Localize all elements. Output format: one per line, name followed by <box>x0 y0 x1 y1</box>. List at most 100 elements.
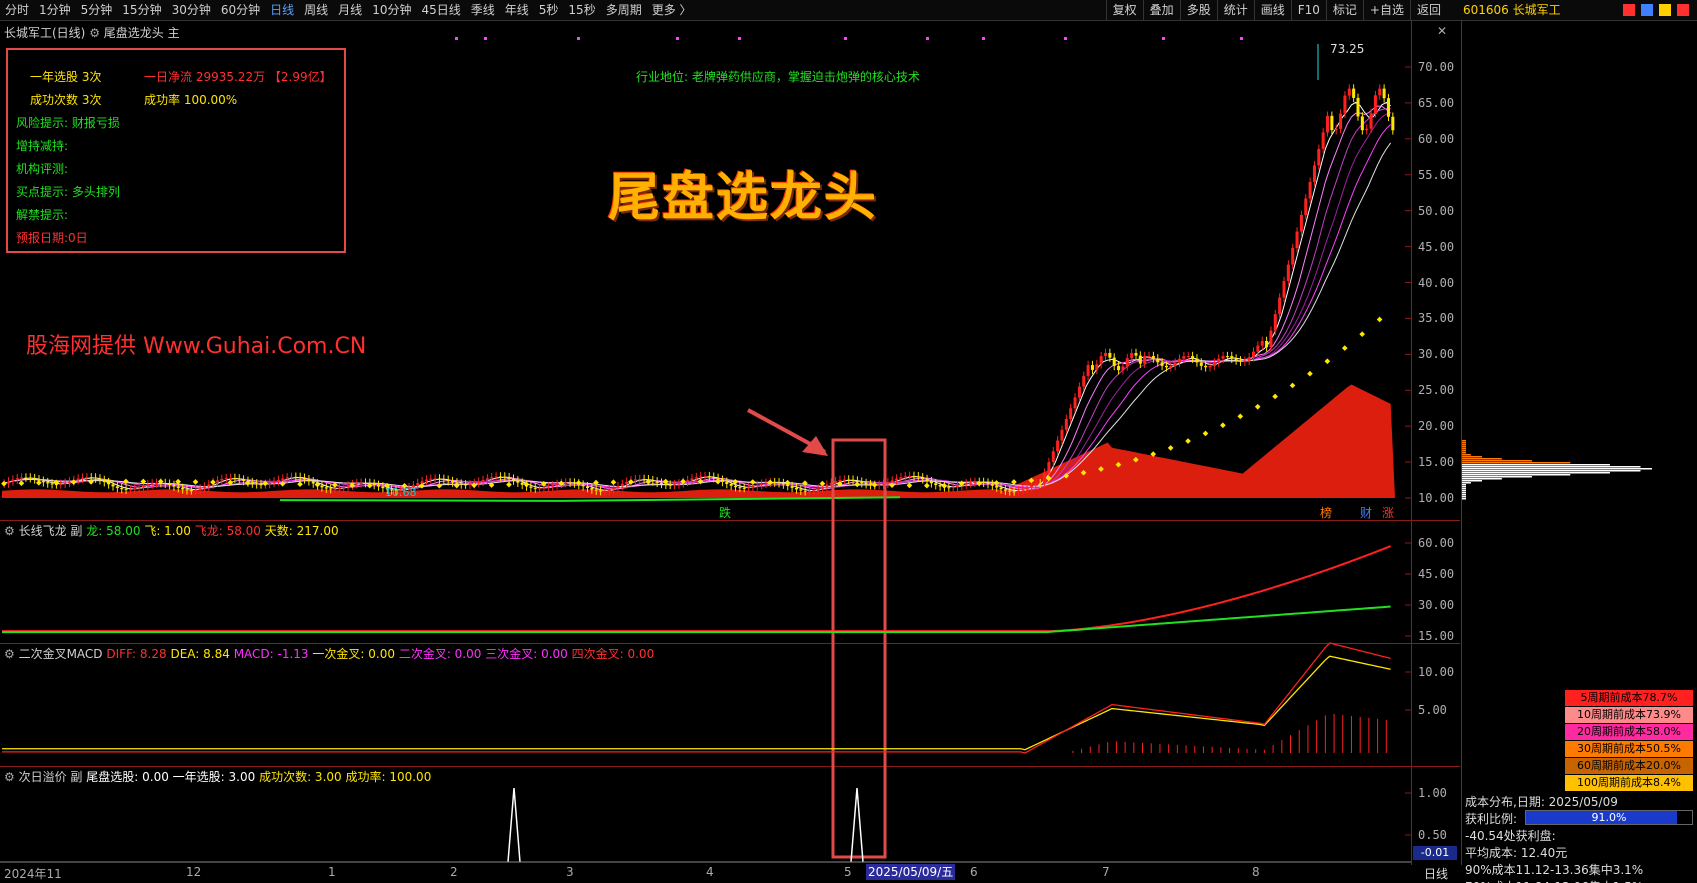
profit-price-text: -40.54处获利盘: <box>1465 829 1556 843</box>
candle-body <box>485 478 489 481</box>
period-tab[interactable]: 多周期 <box>601 0 647 20</box>
draw-line-button[interactable]: 画线 <box>1253 0 1291 20</box>
unlock-text: 解禁提示: <box>16 208 69 222</box>
stock-code-label: 601606 长城军工 <box>1463 3 1561 17</box>
cost-bar <box>1462 440 1466 442</box>
signal-dot <box>982 37 985 40</box>
period-tab[interactable]: 15分钟 <box>117 0 166 20</box>
candle-body <box>838 480 842 482</box>
period-tab[interactable]: 5分钟 <box>76 0 118 20</box>
window-control-icon[interactable] <box>1623 3 1693 17</box>
candle-body <box>903 476 907 478</box>
candle-body <box>1273 314 1277 331</box>
candle-body <box>507 477 511 479</box>
candle-body <box>329 488 333 490</box>
axis-tick-label: 60.00 <box>1418 536 1455 550</box>
candle-body <box>655 481 659 483</box>
candle-body <box>437 478 442 480</box>
period-tab[interactable]: 60分钟 <box>216 0 265 20</box>
trend-dot <box>1167 445 1174 451</box>
period-tab[interactable]: 分时 <box>0 0 34 20</box>
candle-body <box>651 480 655 482</box>
period-tab[interactable]: 季线 <box>466 0 500 20</box>
axis-tick-label: 25.00 <box>1418 383 1455 398</box>
period-tab[interactable]: 周线 <box>299 0 333 20</box>
multi-stock-button[interactable]: 多股 <box>1179 0 1217 20</box>
period-tab[interactable]: 5秒 <box>534 0 564 20</box>
settings-icon[interactable]: ⚙ <box>4 647 19 661</box>
dea-value: DEA: 8.84 <box>170 647 230 661</box>
period-tab[interactable]: 1分钟 <box>34 0 76 20</box>
restore-right-button[interactable]: 复权 <box>1105 0 1143 20</box>
candle-body <box>128 489 132 491</box>
signal-dot <box>1162 37 1165 40</box>
candle-body <box>1339 113 1343 129</box>
candle-body <box>1177 358 1182 363</box>
candle-body <box>1230 356 1234 359</box>
candle-body <box>1086 365 1090 376</box>
overlay-button[interactable]: 叠加 <box>1142 0 1180 20</box>
candle-body <box>7 481 11 484</box>
candle-body <box>690 478 694 481</box>
candle-body <box>433 478 437 480</box>
zhang-marker: 涨 <box>1382 506 1395 520</box>
candle-body <box>585 486 590 489</box>
mark-button[interactable]: 标记 <box>1325 0 1363 20</box>
settings-icon[interactable]: ⚙ <box>4 524 19 538</box>
back-button[interactable]: 返回 <box>1409 0 1447 20</box>
period-label: 日线 <box>1424 867 1449 881</box>
candle-body <box>1064 418 1068 430</box>
candle-body <box>155 482 159 484</box>
candle-body <box>429 478 433 480</box>
statistics-button[interactable]: 统计 <box>1216 0 1254 20</box>
candle-body <box>590 488 594 490</box>
candle-body <box>98 478 102 481</box>
candle-body <box>172 485 176 487</box>
candle-body <box>442 478 446 480</box>
candle-body <box>1195 358 1199 363</box>
window-icons[interactable] <box>1623 3 1689 17</box>
candle-body <box>916 476 920 478</box>
period-tab-daily[interactable]: 日线 <box>265 0 299 20</box>
candle-body <box>720 479 724 482</box>
sub1-green-line <box>2 605 1391 634</box>
sub1-name[interactable]: 长线飞龙 <box>19 524 67 538</box>
f10-button[interactable]: F10 <box>1290 0 1326 20</box>
period-tab[interactable]: 月线 <box>333 0 367 20</box>
cost-legend-row: 20周期前成本58.0% <box>1565 724 1693 740</box>
period-tab[interactable]: 45日线 <box>416 0 465 20</box>
candle-body <box>1282 281 1286 298</box>
cost-bar <box>1462 450 1466 452</box>
period-tab[interactable]: 30分钟 <box>167 0 216 20</box>
highlight-box <box>831 438 887 859</box>
period-tab[interactable]: 15秒 <box>563 0 600 20</box>
period-tab[interactable]: 年线 <box>500 0 534 20</box>
current-value-tag: -0.01 <box>1413 846 1457 860</box>
cost-bar <box>1462 458 1502 460</box>
candle-body <box>81 477 85 479</box>
candle-body <box>707 476 711 478</box>
candle-body <box>1199 362 1203 366</box>
candle-body <box>41 480 45 483</box>
candle-body <box>855 480 859 482</box>
axis-tick-label: 45.00 <box>1418 239 1455 254</box>
more-periods[interactable]: 更多 〉 <box>647 0 697 20</box>
candle-body <box>860 481 864 484</box>
cost-bar <box>1462 494 1466 496</box>
candle-body <box>851 479 855 481</box>
candle-body <box>1038 483 1042 485</box>
sub2-name[interactable]: 二次金叉MACD <box>19 647 103 661</box>
candle-body <box>638 479 642 481</box>
candle-body <box>990 484 994 486</box>
sub3-name[interactable]: 次日溢价 <box>19 770 67 784</box>
candle-body <box>198 488 202 490</box>
candle-body <box>1147 356 1151 358</box>
settings-icon[interactable]: ⚙ <box>4 770 19 784</box>
candle-body <box>1217 358 1221 363</box>
add-watchlist-button[interactable]: +自选 <box>1362 0 1410 20</box>
trend-dot <box>610 479 617 486</box>
axis-tick-label: 55.00 <box>1418 167 1455 182</box>
period-tab[interactable]: 10分钟 <box>367 0 416 20</box>
candle-body <box>677 483 681 485</box>
candle-body <box>494 476 498 478</box>
